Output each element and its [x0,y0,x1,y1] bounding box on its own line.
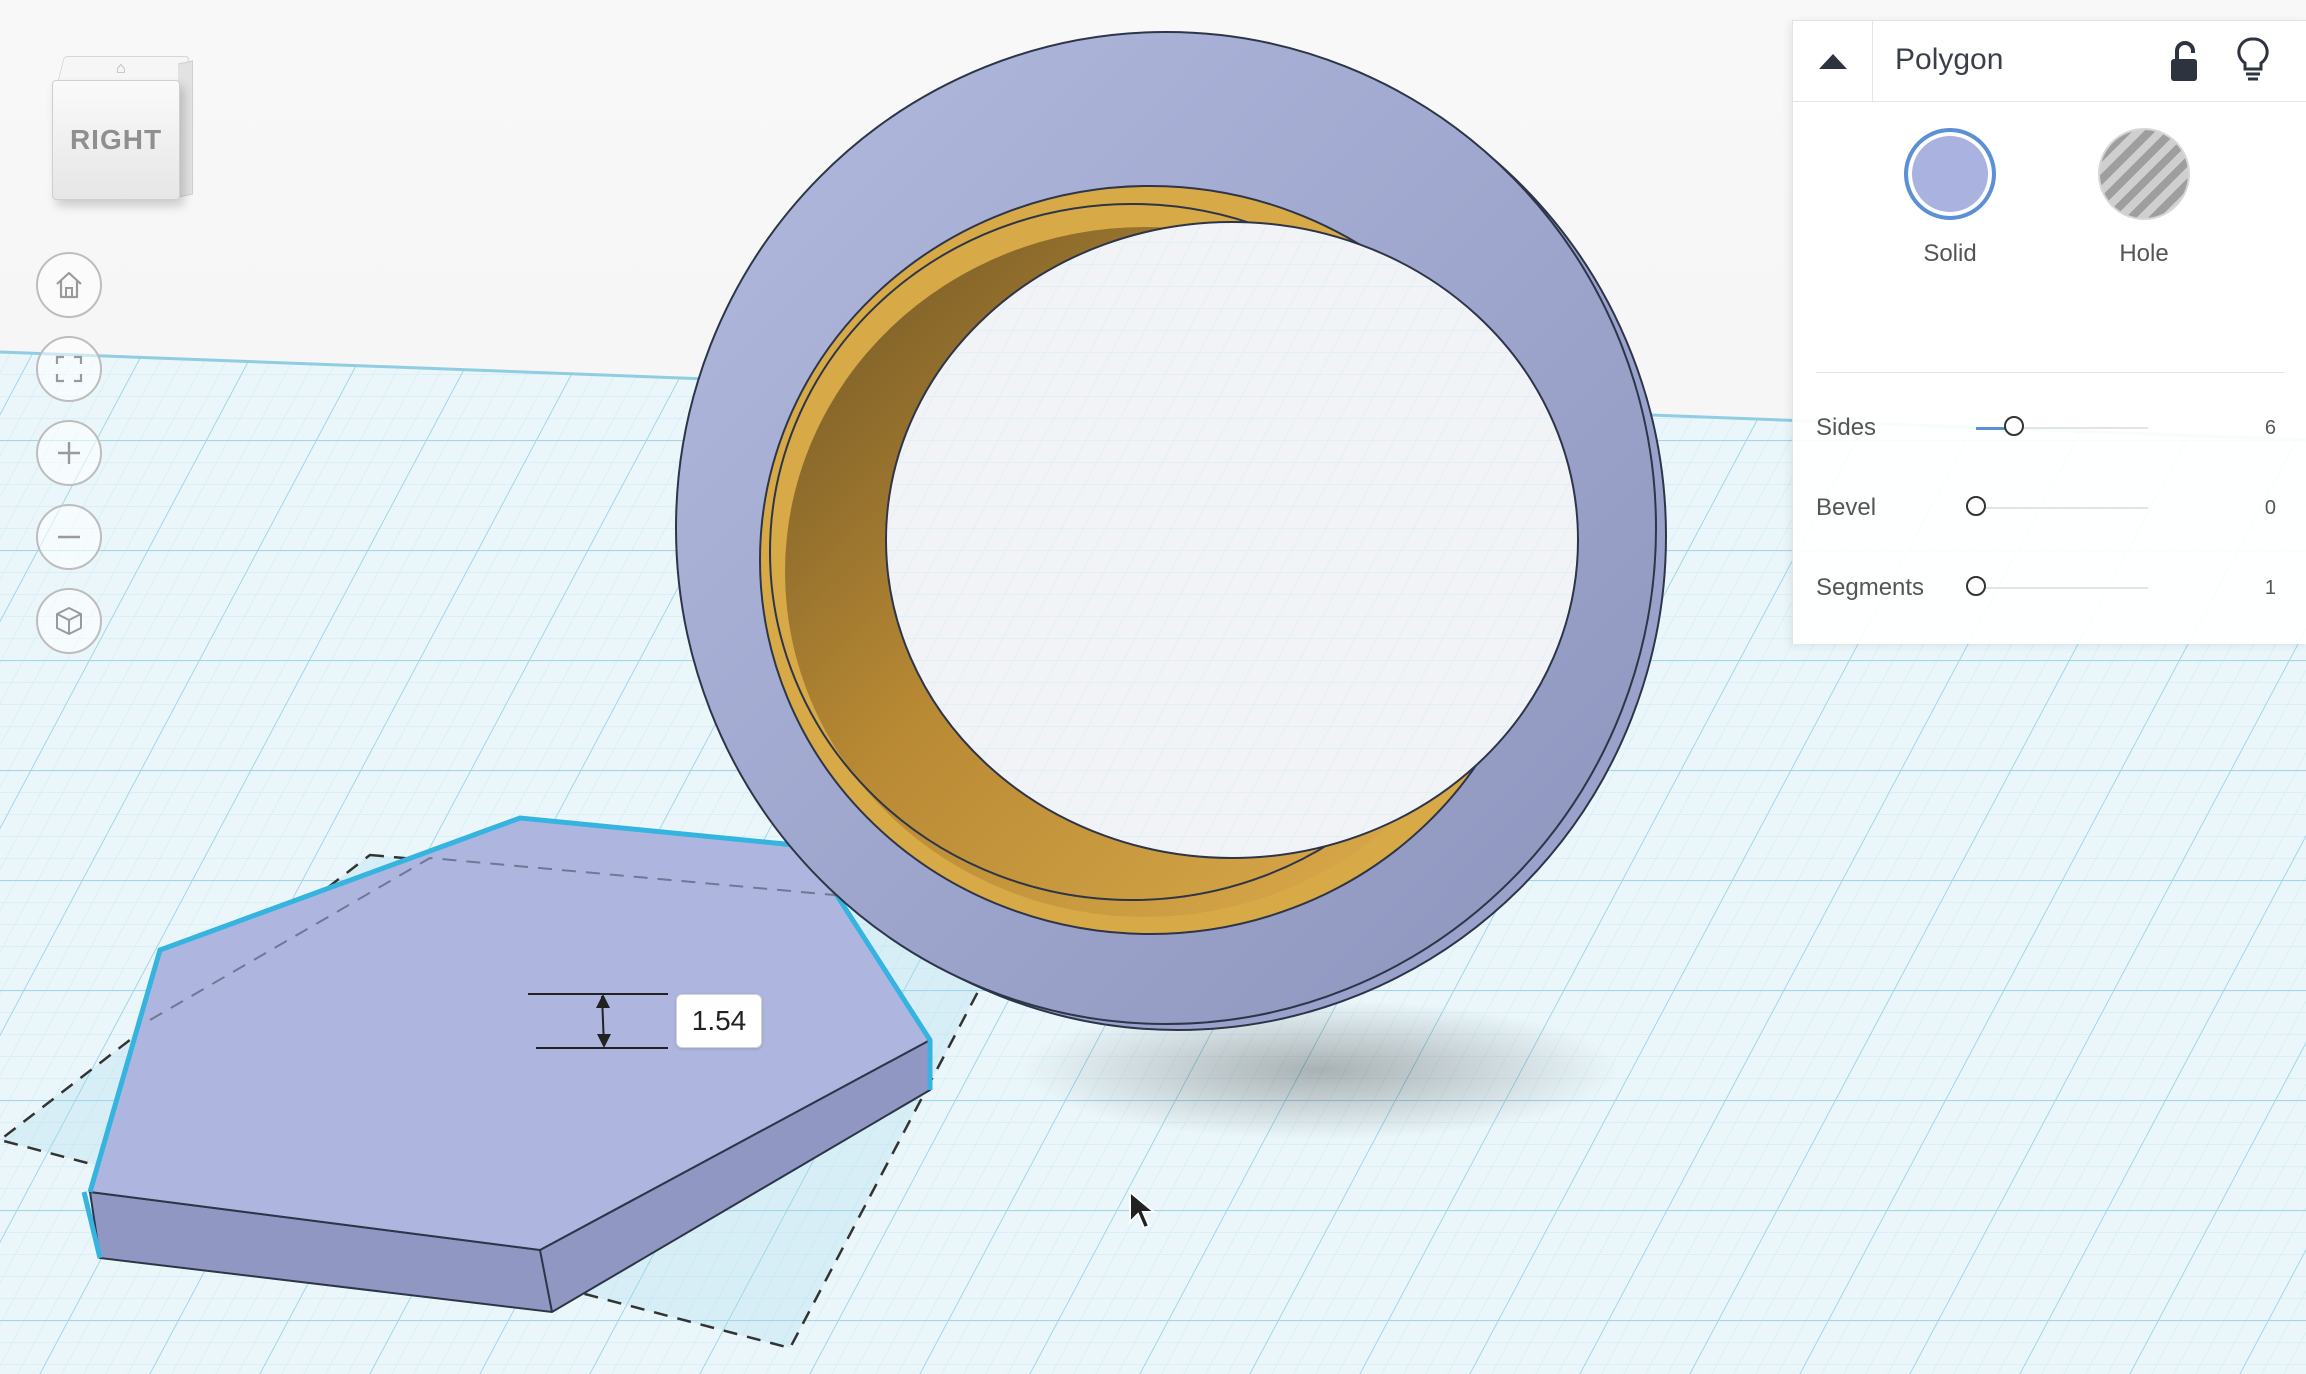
chevron-up-icon [1818,54,1847,69]
view-cube-side-face[interactable] [178,60,193,198]
panel-divider [1816,372,2284,373]
bevel-property-row: Bevel 0 [1816,488,2276,528]
viewcube-top-icon: ⌂ [116,60,126,77]
perspective-button[interactable] [36,588,102,654]
segments-slider-thumb[interactable] [1966,576,1986,596]
segments-slider[interactable] [1966,576,2148,596]
sides-label: Sides [1816,414,1877,441]
bevel-value[interactable]: 0 [2265,488,2276,528]
lightbulb-icon[interactable] [2233,35,2273,83]
view-cube-face-label[interactable]: RIGHT [52,80,180,200]
sides-property-row: Sides 6 [1816,408,2276,448]
hole-label: Hole [2119,240,2169,267]
collapse-panel-button[interactable] [1793,21,1873,101]
hole-swatch[interactable] [2098,128,2190,220]
cube-icon [56,607,82,635]
zoom-out-button[interactable] [36,504,102,570]
plus-icon [58,442,80,464]
solid-swatch[interactable] [1904,128,1996,220]
sides-slider[interactable] [1976,416,2148,436]
segments-property-row: Segments 1 [1816,568,2276,608]
dimension-value-input[interactable]: 1.54 [676,994,762,1048]
zoom-in-button[interactable] [36,420,102,486]
minus-icon [58,535,80,539]
home-icon [56,271,82,299]
bevel-slider-thumb[interactable] [1966,496,1986,516]
solid-mode-button[interactable]: Solid [1880,128,2020,268]
bevel-slider[interactable] [1966,496,2148,516]
shape-inspector-panel: Polygon [1792,20,2306,644]
segments-label: Segments [1816,574,1925,601]
unlock-icon[interactable] [2165,39,2205,83]
hole-mode-button[interactable]: Hole [2074,128,2214,268]
inspector-header: Polygon [1793,21,2306,102]
segments-value[interactable]: 1 [2265,568,2276,608]
solid-label: Solid [1923,240,1977,267]
view-cube[interactable]: ⌂ RIGHT [52,56,193,206]
home-view-button[interactable] [36,252,102,318]
fit-view-button[interactable] [36,336,102,402]
shape-title: Polygon [1895,43,2004,76]
fit-view-icon [55,355,83,383]
sides-value[interactable]: 6 [2265,408,2276,448]
sides-slider-thumb[interactable] [2003,416,2024,436]
bevel-label: Bevel [1816,494,1877,521]
tube-ring-shape [675,31,1667,1031]
